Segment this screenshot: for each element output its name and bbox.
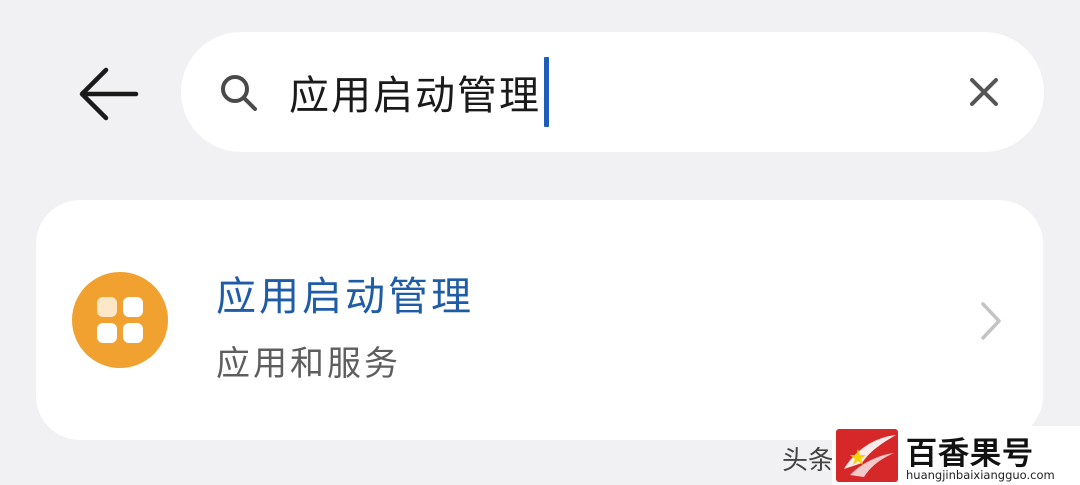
watermark: 百香果号 huangjinbaixiangguo.com: [832, 426, 1080, 485]
search-icon: [221, 75, 257, 111]
search-result-item[interactable]: 应用启动管理 应用和服务: [36, 200, 1043, 440]
result-subtitle: 应用和服务: [216, 344, 401, 384]
text-caret: [544, 57, 549, 127]
arrow-left-icon: [79, 67, 139, 121]
close-icon[interactable]: [964, 72, 1004, 112]
watermark-logo: [836, 429, 898, 482]
watermark-toutiao-text: 头条: [782, 446, 835, 476]
watermark-brand-name: 百香果号: [906, 436, 1034, 472]
search-input[interactable]: 应用启动管理: [289, 57, 549, 127]
search-query: 应用启动管理: [289, 73, 541, 119]
watermark-url: huangjinbaixiangguo.com: [906, 468, 1055, 482]
back-button[interactable]: [70, 56, 146, 132]
result-title: 应用启动管理: [216, 274, 474, 320]
search-bar[interactable]: 应用启动管理: [181, 32, 1044, 152]
chevron-right-icon: [981, 302, 1001, 340]
app-grid-icon: [72, 272, 168, 368]
